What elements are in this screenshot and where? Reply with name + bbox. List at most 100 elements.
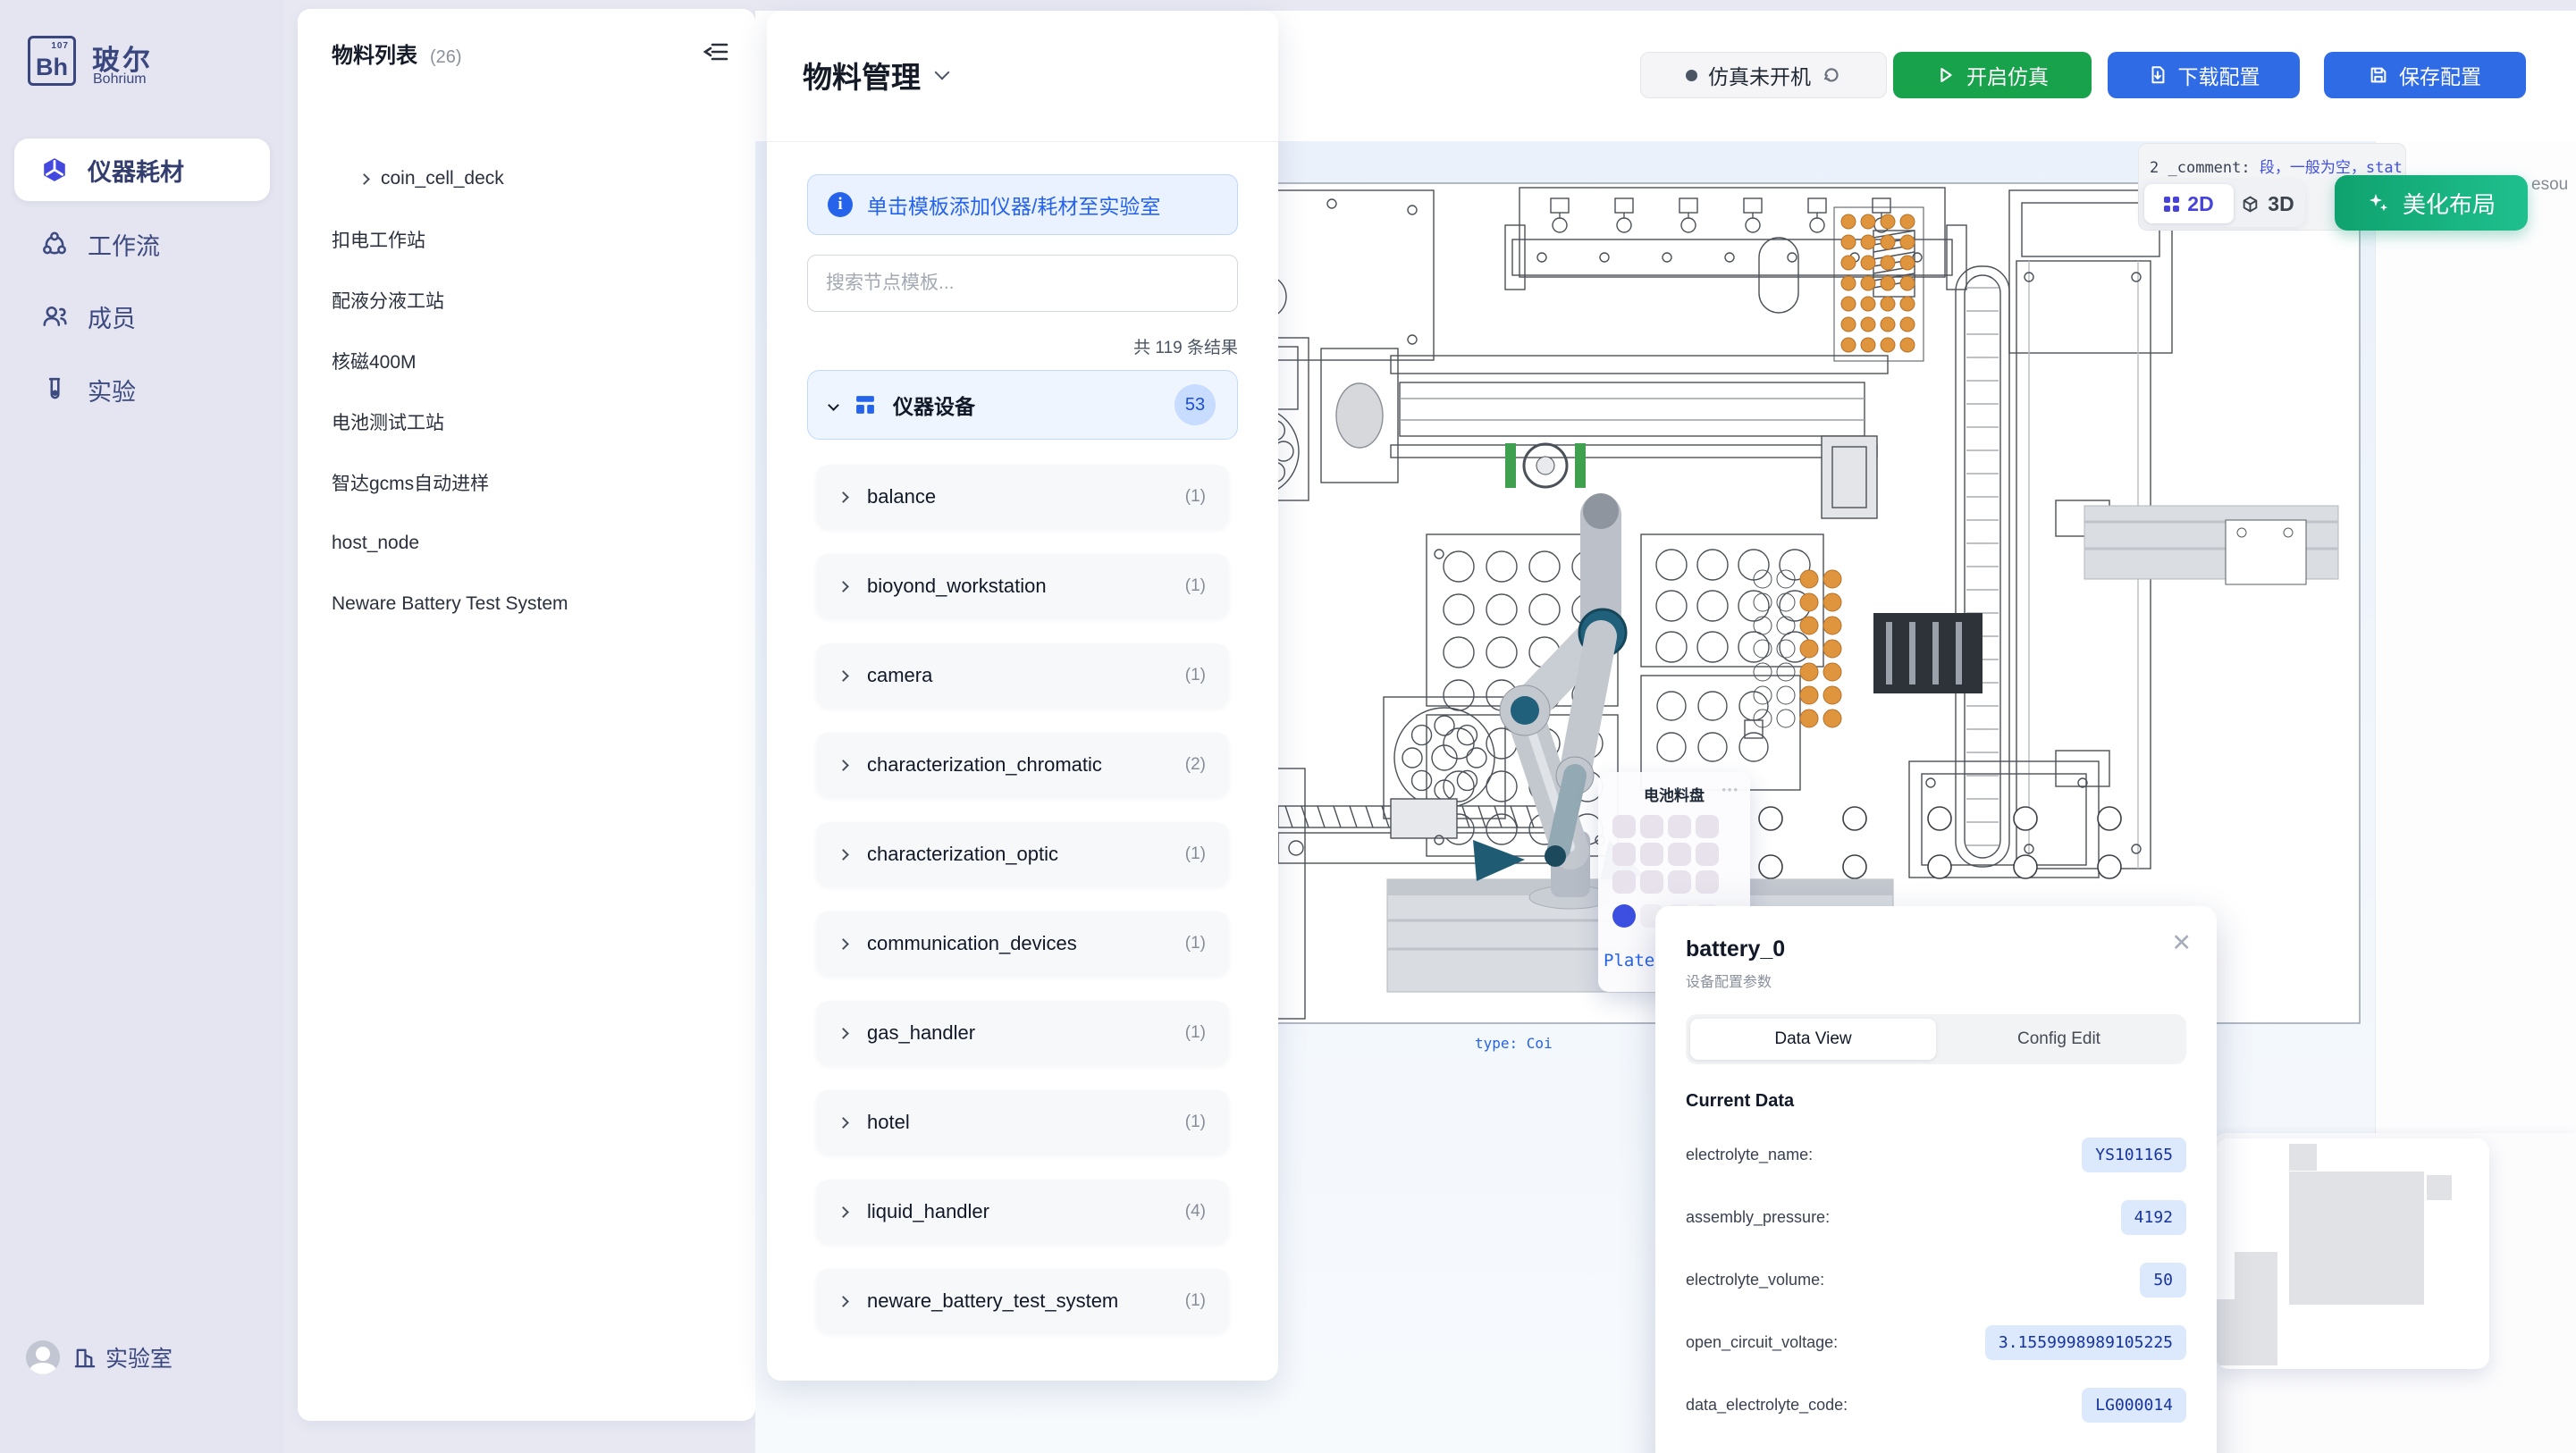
- tray-slot[interactable]: [1696, 815, 1719, 838]
- sidebar-item-label: 成员: [88, 299, 136, 334]
- config-value: YS101165: [2082, 1138, 2186, 1172]
- template-item-characterization_optic[interactable]: characterization_optic (1): [816, 822, 1229, 886]
- template-count: (1): [1185, 844, 1206, 864]
- category-instruments[interactable]: 仪器设备 53: [807, 370, 1238, 440]
- material-item[interactable]: 配液分液工站: [332, 282, 725, 318]
- hint-banner: i 单击模板添加仪器/耗材至实验室: [807, 174, 1238, 235]
- toggle-3d[interactable]: 3D: [2234, 184, 2302, 223]
- template-item-balance[interactable]: balance(1): [816, 465, 1229, 529]
- sidebar-item-label: 仪器耗材: [88, 153, 184, 188]
- tray-slot[interactable]: [1640, 815, 1663, 838]
- tray-slot[interactable]: [1612, 815, 1636, 838]
- config-row: open_circuit_voltage:3.1559998989105225: [1686, 1323, 2186, 1362]
- tray-slot[interactable]: [1696, 843, 1719, 866]
- simulation-status[interactable]: 仿真未开机: [1640, 52, 1887, 98]
- save-config-button[interactable]: 保存配置: [2324, 52, 2526, 98]
- page-title: 物料管理: [803, 54, 921, 97]
- tray-slot[interactable]: [1668, 843, 1691, 866]
- material-label: 电池测试工站: [332, 408, 444, 435]
- close-icon[interactable]: ✕: [2171, 929, 2192, 957]
- clipped-panel-text: esou: [2531, 175, 2568, 195]
- template-item-characterization_chromatic[interactable]: characterization_chromatic(2): [816, 733, 1229, 797]
- template-item-neware_battery_test_system[interactable]: neware_battery_test_system(1): [816, 1269, 1229, 1333]
- chevron-right-icon: [838, 760, 849, 771]
- tray-slot[interactable]: [1668, 870, 1691, 894]
- cube-3d-icon: [2241, 195, 2260, 214]
- comment-prefix: 2: [2150, 159, 2159, 177]
- material-label: coin_cell_deck: [381, 168, 504, 189]
- beautify-label: 美化布局: [2403, 187, 2496, 220]
- material-label: Neware Battery Test System: [332, 593, 568, 615]
- material-item[interactable]: Neware Battery Test System: [332, 586, 725, 622]
- config-key: data_electrolyte_code:: [1686, 1396, 1848, 1415]
- divider: [767, 141, 1278, 142]
- template-count: (1): [1185, 1113, 1206, 1132]
- material-item[interactable]: host_node: [332, 525, 725, 561]
- template-search-input[interactable]: [807, 255, 1238, 312]
- chevron-right-icon: [838, 670, 849, 682]
- logo-abbr: Bh: [36, 54, 68, 81]
- view-mode-toggle: 2D 3D: [2141, 181, 2305, 227]
- logo-number: 107: [51, 41, 69, 51]
- template-item-camera[interactable]: camera(1): [816, 643, 1229, 708]
- template-item-gas_handler[interactable]: gas_handler(1): [816, 1001, 1229, 1065]
- chevron-right-icon: [358, 173, 370, 185]
- template-item-bioyond_workstation[interactable]: bioyond_workstation(1): [816, 554, 1229, 618]
- tray-slot[interactable]: [1640, 843, 1663, 866]
- template-label: camera: [867, 664, 1166, 687]
- info-icon: i: [828, 192, 853, 217]
- chevron-right-icon: [838, 849, 849, 861]
- template-label: liquid_handler: [867, 1200, 1166, 1223]
- device-config-popup: battery_0 设备配置参数 ✕ Data View Config Edit…: [1655, 906, 2217, 1453]
- more-options-icon[interactable]: •••: [1722, 783, 1739, 796]
- config-row: assembly_pressure:4192: [1686, 1197, 2186, 1237]
- sidebar-item-members[interactable]: 成员: [14, 292, 270, 340]
- tray-slot[interactable]: [1668, 815, 1691, 838]
- chevron-right-icon: [838, 581, 849, 592]
- chevron-right-icon: [838, 491, 849, 503]
- toggle-2d-label: 2D: [2187, 192, 2213, 216]
- template-item-communication_devices[interactable]: communication_devices(1): [816, 911, 1229, 976]
- material-label: 智达gcms自动进样: [332, 469, 489, 496]
- sidebar-item-experiments[interactable]: 实验: [14, 365, 270, 414]
- start-simulation-button[interactable]: 开启仿真: [1893, 52, 2092, 98]
- workflow-icon: [41, 231, 68, 257]
- beautify-layout-button[interactable]: 美化布局: [2335, 175, 2528, 231]
- hint-text: 单击模板添加仪器/耗材至实验室: [867, 189, 1160, 220]
- refresh-icon[interactable]: [1822, 65, 1841, 85]
- tray-slot[interactable]: [1612, 843, 1636, 866]
- collapse-panel-icon[interactable]: [703, 41, 728, 63]
- download-config-button[interactable]: 下载配置: [2108, 52, 2300, 98]
- material-item-coin-cell-deck[interactable]: coin_cell_deck: [360, 161, 753, 197]
- material-item[interactable]: 电池测试工站: [332, 404, 725, 440]
- tray-slot[interactable]: [1612, 870, 1636, 894]
- tab-config-edit[interactable]: Config Edit: [1936, 1019, 2182, 1060]
- grid-2d-icon: [2164, 197, 2179, 212]
- status-dot-icon: [1686, 70, 1697, 81]
- start-label: 开启仿真: [1966, 60, 2049, 90]
- user-avatar[interactable]: [26, 1340, 60, 1374]
- sidebar-item-instruments[interactable]: 仪器耗材: [14, 139, 270, 201]
- tab-data-view[interactable]: Data View: [1690, 1019, 1936, 1060]
- tray-slot-selected[interactable]: [1612, 904, 1636, 928]
- building-icon: [72, 1346, 97, 1370]
- sidebar-item-label: 实验: [88, 373, 136, 407]
- template-label: characterization_optic: [867, 843, 1166, 866]
- tray-slot[interactable]: [1696, 870, 1719, 894]
- lab-switcher[interactable]: 实验室: [72, 1341, 173, 1373]
- sidebar-item-workflow[interactable]: 工作流: [14, 220, 270, 268]
- material-item[interactable]: 扣电工作站: [332, 222, 725, 257]
- material-item[interactable]: 智达gcms自动进样: [332, 465, 725, 500]
- chevron-down-icon[interactable]: [935, 65, 950, 80]
- minimap[interactable]: [2216, 1138, 2489, 1369]
- tray-slot[interactable]: [1640, 870, 1663, 894]
- template-item-liquid_handler[interactable]: liquid_handler(4): [816, 1180, 1229, 1244]
- chevron-right-icon: [838, 1028, 849, 1039]
- template-item-hotel[interactable]: hotel(1): [816, 1090, 1229, 1155]
- minimap-block: [2289, 1144, 2317, 1171]
- template-count: (2): [1185, 755, 1206, 775]
- material-item[interactable]: 核磁400M: [332, 343, 725, 379]
- save-label: 保存配置: [2399, 60, 2481, 90]
- material-label: 核磁400M: [332, 348, 417, 374]
- toggle-2d[interactable]: 2D: [2144, 184, 2234, 223]
